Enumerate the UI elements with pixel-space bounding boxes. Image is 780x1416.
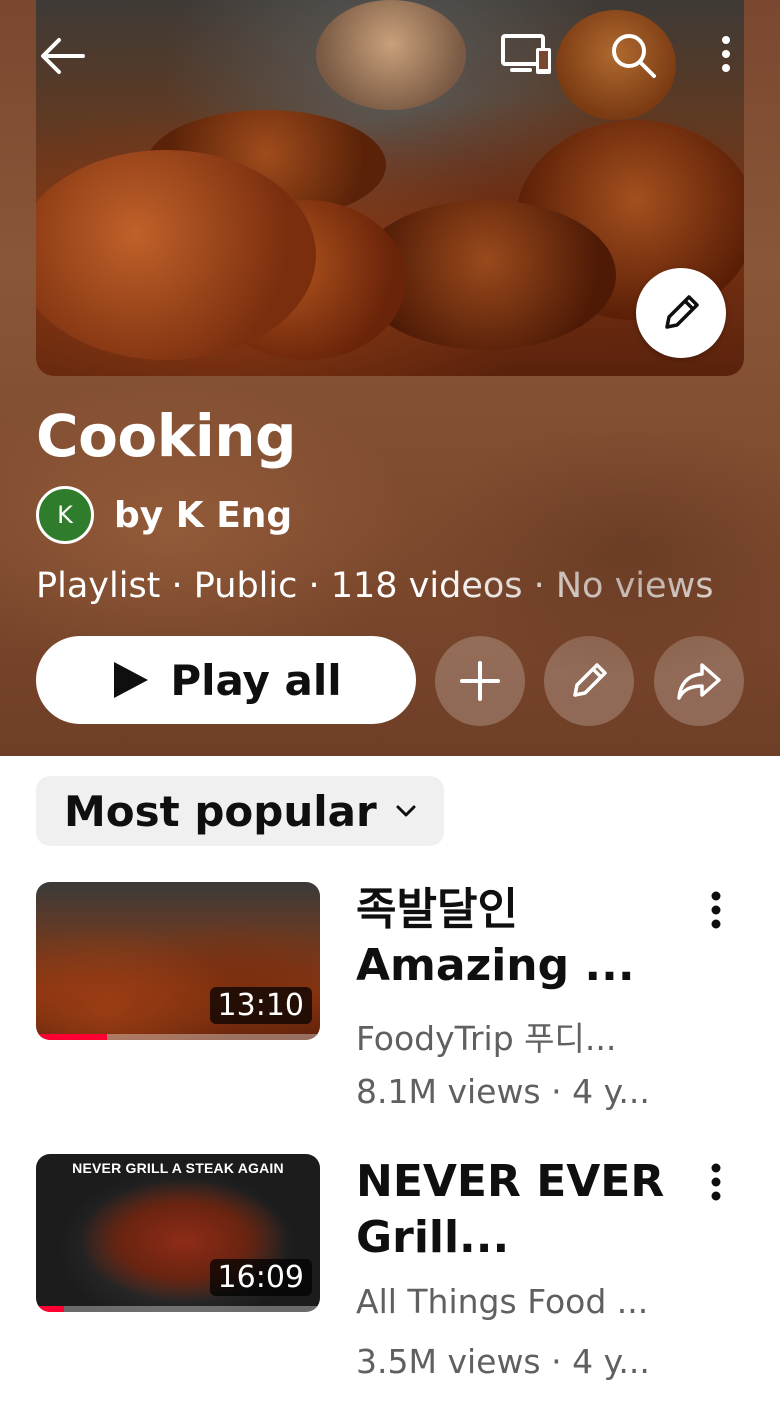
plus-icon (460, 661, 500, 701)
chevron-down-icon (395, 799, 419, 823)
watch-progress-bar (36, 1306, 65, 1312)
watch-progress-bar (36, 1034, 107, 1040)
add-to-playlist-button[interactable] (435, 636, 525, 726)
back-button[interactable] (38, 34, 86, 78)
more-options-button[interactable] (716, 34, 736, 74)
video-title: NEVER EVER Grill... (356, 1156, 665, 1263)
more-vertical-icon (722, 36, 730, 72)
playlist-owner[interactable]: K by K Eng (36, 486, 292, 544)
more-vertical-icon (711, 1163, 721, 1201)
video-thumbnail[interactable]: 13:10 (36, 882, 320, 1040)
video-duration: 13:10 (209, 987, 312, 1024)
video-more-button[interactable] (704, 888, 728, 932)
play-icon (110, 660, 150, 700)
edit-thumbnail-button[interactable] (636, 268, 726, 358)
search-button[interactable] (608, 30, 658, 80)
sort-dropdown[interactable]: Most popular (36, 776, 444, 846)
share-icon (677, 663, 721, 700)
video-channel: All Things Food ... (356, 1282, 649, 1321)
avatar: K (36, 486, 94, 544)
share-button[interactable] (654, 636, 744, 726)
video-thumbnail[interactable]: NEVER GRILL A STEAK AGAIN 16:09 (36, 1154, 320, 1312)
pencil-icon (665, 295, 699, 329)
pencil-icon (573, 663, 607, 697)
sort-label: Most popular (64, 786, 377, 836)
arrow-left-icon (41, 38, 85, 74)
progress-track (36, 1306, 320, 1312)
list-item[interactable]: NEVER GRILL A STEAK AGAIN 16:09 NEVER EV… (36, 1154, 744, 1394)
thumbnail-text: NEVER GRILL A STEAK AGAIN (72, 1160, 284, 1176)
edit-playlist-button[interactable] (544, 636, 634, 726)
play-all-label: Play all (170, 655, 342, 705)
video-stats: 3.5M views · 4 y... (356, 1342, 650, 1381)
play-all-button[interactable]: Play all (36, 636, 416, 724)
video-title: 족발달인 Amazing ... (356, 884, 635, 991)
cast-icon (501, 34, 551, 74)
playlist-title: Cooking (36, 402, 297, 470)
playlist-header: Cooking K by K Eng Playlist · Public · 1… (0, 0, 780, 756)
list-item[interactable]: 13:10 족발달인 Amazing ... FoodyTrip 푸디... 8… (36, 882, 744, 1122)
video-duration: 16:09 (209, 1259, 312, 1296)
cast-button[interactable] (500, 30, 554, 80)
search-icon (612, 34, 656, 78)
cover-detail (316, 0, 466, 110)
video-channel: FoodyTrip 푸디... (356, 1019, 617, 1058)
owner-name: by K Eng (114, 494, 293, 536)
video-stats: 8.1M views · 4 y... (356, 1072, 650, 1111)
more-vertical-icon (711, 891, 721, 929)
playlist-meta: Playlist · Public · 118 videos · No view… (36, 566, 714, 606)
video-more-button[interactable] (704, 1160, 728, 1204)
